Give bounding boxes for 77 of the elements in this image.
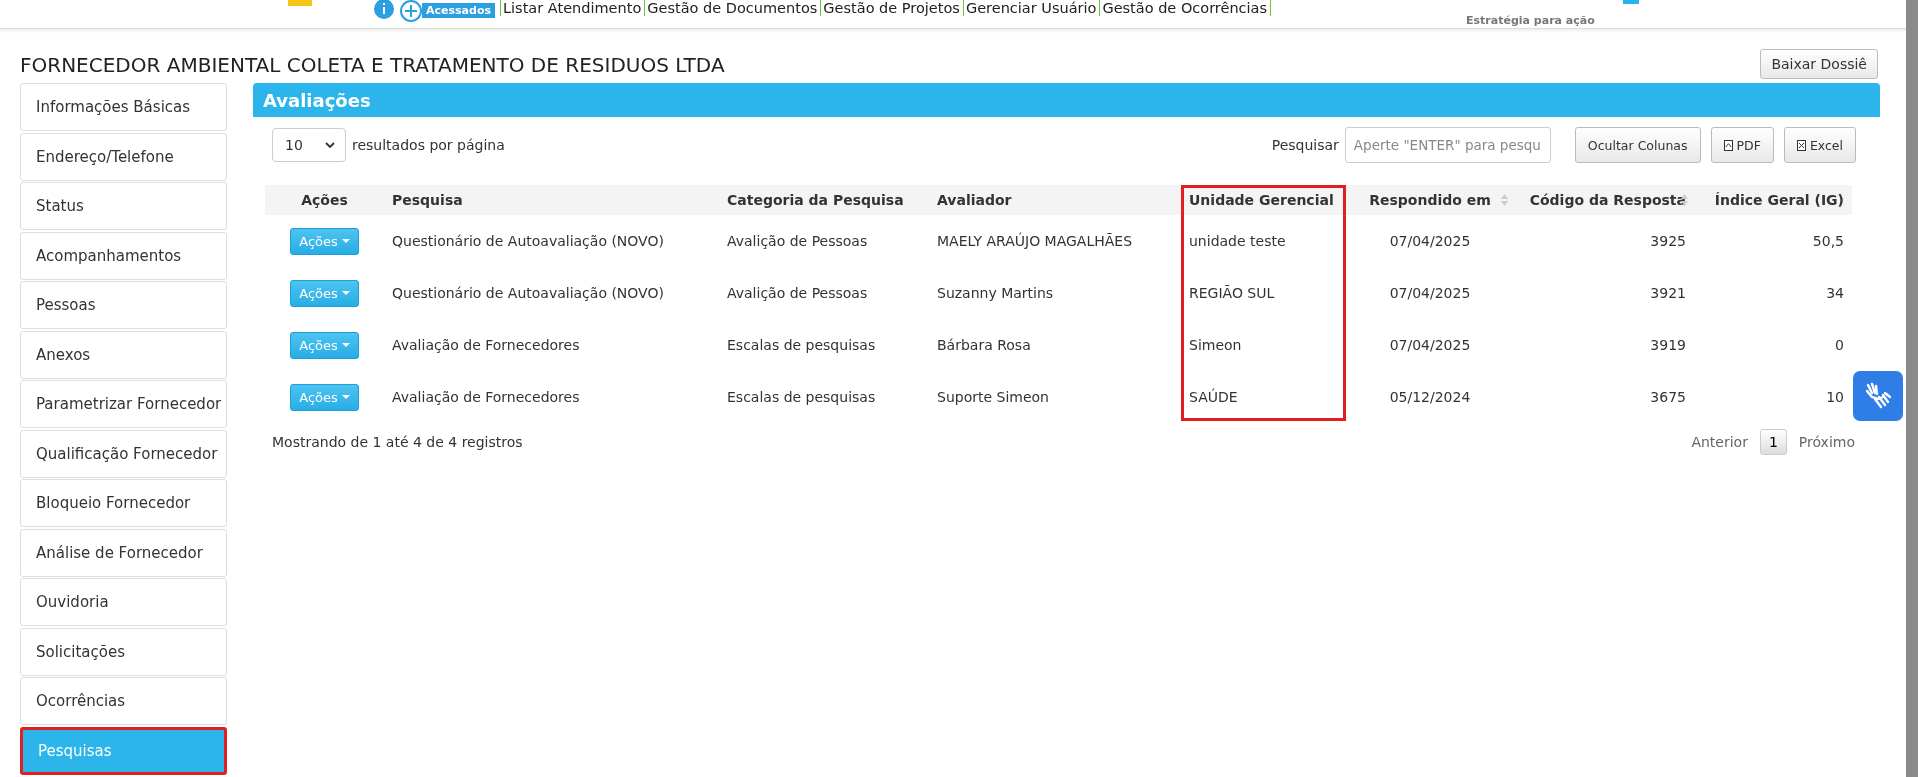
table-cell: 07/04/2025	[1389, 285, 1471, 301]
table-cell: 50,5	[1812, 233, 1844, 249]
table-cell: Avalição de Pessoas	[727, 233, 868, 249]
caret-icon	[341, 239, 350, 243]
sidebar-item[interactable]: Parametrizar Fornecedor	[20, 380, 227, 428]
sidebar-item[interactable]: Solicitações	[20, 627, 227, 676]
table-cell: SAÚDE	[1189, 389, 1238, 405]
hands-icon	[1863, 381, 1893, 411]
page-size-label: resultados por página	[352, 137, 505, 153]
table-cell: Suzanny Martins	[937, 285, 1054, 301]
table-cell: unidade teste	[1189, 233, 1286, 249]
search-label: Pesquisar	[1271, 137, 1339, 153]
caret-icon	[341, 291, 350, 295]
nav-link[interactable]: Gestão de Ocorrências	[1099, 0, 1272, 16]
sign-language-button[interactable]	[1853, 371, 1903, 421]
table-cell: 3919	[1650, 337, 1686, 353]
sidebar-item[interactable]: Bloqueio Fornecedor	[20, 479, 227, 527]
excel-file-icon	[1796, 139, 1806, 151]
table-cell: Questionário de Autoavaliação (NOVO)	[392, 233, 664, 249]
tagline: Estratégia para ação	[1466, 13, 1595, 27]
panel-title: Avaliações	[253, 83, 1880, 117]
table-cell: Escalas de pesquisas	[727, 389, 876, 405]
table-cell: Questionário de Autoavaliação (NOVO)	[392, 285, 664, 301]
next-page-link[interactable]: Próximo	[1798, 434, 1855, 450]
sidebar-item[interactable]: Ouvidoria	[20, 578, 227, 626]
sidebar-item[interactable]: Anexos	[20, 330, 227, 379]
toolbar-button[interactable]: PDF	[1710, 127, 1774, 163]
toolbar-button[interactable]: Ocultar Colunas	[1574, 127, 1701, 163]
caret-icon	[341, 395, 350, 399]
pdf-file-icon	[1723, 139, 1733, 151]
table-cell: 07/04/2025	[1389, 233, 1471, 249]
sidebar-item[interactable]: Endereço/Telefone	[20, 132, 227, 181]
sidebar-item[interactable]: Análise de Fornecedor	[20, 528, 227, 577]
table-cell: 3921	[1650, 285, 1686, 301]
table-cell: 05/12/2024	[1389, 389, 1471, 405]
nav-link[interactable]: Gestão de Documentos	[644, 0, 821, 16]
previous-page-link[interactable]: Anterior	[1691, 434, 1748, 450]
toolbar-button[interactable]: Excel	[1783, 127, 1856, 163]
page-size-select[interactable]: 10	[272, 128, 346, 162]
sidebar-item[interactable]: Ocorrências	[20, 677, 227, 725]
table-cell: 34	[1826, 285, 1844, 301]
info-icon[interactable]	[374, 0, 394, 19]
caret-icon	[341, 343, 350, 347]
sidebar-item[interactable]: Acompanhamentos	[20, 231, 227, 280]
search-field[interactable]: Aperte "ENTER" para pesqu	[1344, 127, 1551, 163]
table-cell: 3925	[1650, 233, 1686, 249]
table-cell: MAELY ARAÚJO MAGALHÃES	[937, 233, 1133, 249]
table-cell: Avaliação de Fornecedores	[392, 389, 580, 405]
column-header[interactable]: Pesquisa	[392, 192, 463, 208]
table-cell: Bárbara Rosa	[937, 337, 1031, 353]
nav-link[interactable]: Gerenciar Usuário	[962, 0, 1100, 16]
table-cell: 07/04/2025	[1389, 337, 1471, 353]
nav-link[interactable]: Gestão de Projetos	[820, 0, 963, 16]
table-cell: 10	[1826, 389, 1844, 405]
sidebar-item[interactable]: Pessoas	[20, 281, 227, 329]
table-cell: 0	[1835, 337, 1844, 353]
table-cell: Avaliação de Fornecedores	[392, 337, 580, 353]
scrollbar[interactable]	[1906, 0, 1918, 777]
table-cell: Simeon	[1189, 337, 1242, 353]
column-header[interactable]: Avaliador	[937, 192, 1012, 208]
sidebar-item[interactable]: Qualificação Fornecedor	[20, 429, 227, 478]
chevron-icon	[325, 142, 335, 148]
table-cell: REGIÃO SUL	[1189, 285, 1275, 301]
table-cell: Suporte Simeon	[937, 389, 1049, 405]
sidebar-item[interactable]: Informações Básicas	[20, 83, 227, 131]
plus-icon[interactable]	[400, 0, 422, 22]
sidebar-item[interactable]: Status	[20, 182, 227, 230]
logo-icon	[1622, 0, 1639, 4]
page-title: FORNECEDOR AMBIENTAL COLETA E TRATAMENTO DE RESIDUOS LTDA	[20, 53, 725, 77]
page-button[interactable]: 1	[1759, 429, 1787, 455]
download-dossier-button[interactable]: Baixar Dossiê	[1760, 49, 1878, 79]
table-cell: 3675	[1650, 389, 1686, 405]
table-cell: Escalas de pesquisas	[727, 337, 876, 353]
table-cell: Avalição de Pessoas	[727, 285, 868, 301]
nav-link[interactable]: Listar Atendimento	[500, 0, 645, 16]
records-info: Mostrando de 1 até 4 de 4 registros	[272, 434, 523, 450]
logo-icon	[288, 0, 312, 6]
